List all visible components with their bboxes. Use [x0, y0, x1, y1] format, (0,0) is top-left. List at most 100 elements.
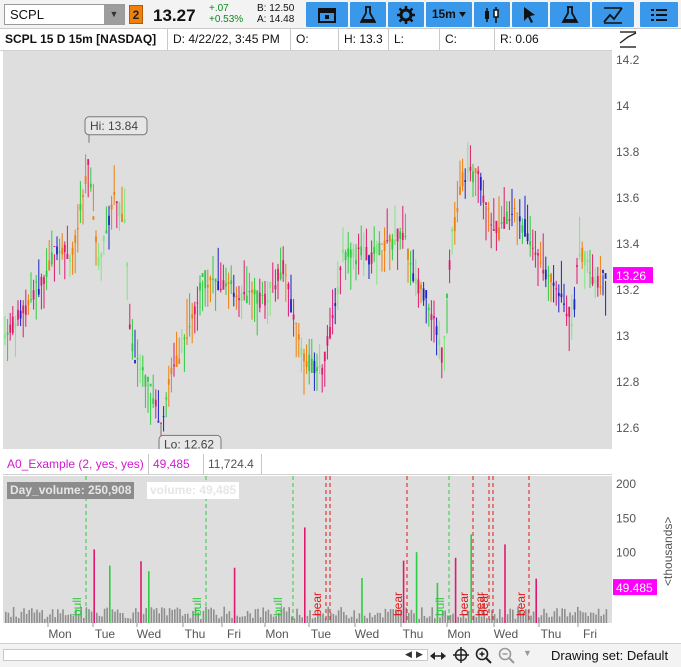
zoom-out-icon[interactable] — [498, 647, 515, 664]
calendar-button[interactable] — [306, 2, 348, 27]
candle-body — [180, 349, 183, 351]
candle-body — [438, 339, 441, 345]
candle-body — [227, 282, 230, 284]
crosshair-icon[interactable] — [453, 647, 469, 663]
lo-bubble: Lo: 12.62 — [164, 437, 214, 449]
candle-body — [279, 272, 282, 280]
volume-bar — [171, 609, 173, 623]
candle-body — [245, 295, 248, 304]
time-axis-label: Thu — [403, 627, 424, 641]
candle-body — [466, 170, 469, 173]
timeframe-button[interactable]: 15m — [426, 2, 472, 27]
pan-arrows-icon[interactable] — [430, 649, 446, 663]
volume-bar — [62, 609, 64, 623]
signal-label: bear — [477, 592, 491, 616]
studies-button[interactable] — [350, 2, 386, 27]
drawing-set-selector[interactable]: Drawing set: Default — [551, 648, 668, 663]
expand-axis-icon[interactable] — [619, 31, 637, 48]
volume-axis[interactable]: 20015010050<thousands>49.485 — [612, 476, 681, 623]
time-axis-label: Fri — [227, 627, 241, 641]
candle-body — [95, 236, 97, 243]
bar-high: H: 13.3 — [339, 29, 389, 50]
symbol-input[interactable] — [7, 6, 105, 23]
study-lab-button[interactable] — [550, 2, 590, 27]
candle-body — [576, 265, 578, 268]
volume-bar — [145, 607, 147, 623]
price-chart[interactable]: Hi: 13.84 Lo: 12.62 — [3, 51, 612, 454]
drawings-button[interactable] — [592, 2, 634, 27]
candle-body — [134, 359, 136, 364]
price-tick-label: 13 — [616, 329, 630, 343]
volume-bar — [387, 611, 389, 623]
settings-button[interactable] — [388, 2, 424, 27]
volume-bar — [90, 611, 93, 623]
candle-body — [136, 358, 139, 360]
volume-bar — [553, 611, 556, 623]
bar-date: D: 4/22/22, 3:45 PM — [168, 29, 291, 50]
volume-axis-labels: 20015010050<thousands>49.485 — [613, 477, 675, 596]
bar-low: L: 13.24 — [389, 29, 440, 67]
volume-bar — [20, 611, 23, 623]
link-group-badge[interactable]: 2 — [129, 5, 143, 24]
candle-body — [9, 324, 12, 333]
volume-study-pane[interactable]: bull bull bull bear bear bull bear bear bear bear… — [3, 476, 612, 623]
volume-bar — [428, 616, 431, 623]
horizontal-scrollbar[interactable] — [3, 649, 428, 661]
volume-bar — [31, 608, 33, 623]
bar-close: C: 13.26 — [440, 29, 495, 67]
candle-body — [266, 299, 269, 303]
candle-body — [404, 236, 407, 238]
volume-bar — [246, 610, 249, 623]
candle-body — [563, 303, 565, 305]
price-chart-pane[interactable]: Hi: 13.84 Lo: 12.62 — [3, 51, 612, 454]
time-axis-label: Fri — [583, 627, 597, 641]
symbol-dropdown-icon[interactable]: ▼ — [104, 5, 124, 24]
study-value-2: 11,724.4 — [204, 454, 262, 475]
candle-body — [313, 360, 316, 373]
candle-body — [191, 314, 194, 319]
candle-body — [469, 167, 472, 171]
chart-info-bar: SCPL 15 D 15m [NASDAQ] D: 4/22/22, 3:45 … — [0, 29, 613, 67]
candle-body — [381, 243, 383, 245]
volume-bar — [122, 612, 124, 623]
study-name[interactable]: A0_Example (2, yes, yes) — [3, 454, 149, 475]
volume-bar — [584, 612, 587, 623]
price-tick-label: 13.6 — [616, 191, 640, 205]
candle-body — [87, 159, 90, 166]
volume-bar — [181, 615, 184, 623]
candle-body — [277, 268, 279, 281]
cursor-button[interactable] — [512, 2, 548, 27]
candle-body — [451, 228, 454, 233]
candle-body — [121, 213, 123, 223]
time-axis[interactable]: Mon Tue Wed Thu Fri Mon Tue Wed Thu Mon Wed Thu Fri — [3, 623, 612, 643]
menu-button[interactable] — [640, 2, 678, 27]
price-tick-label: 12.8 — [616, 375, 640, 389]
volume-bar — [5, 611, 7, 623]
candle-body — [71, 247, 74, 255]
scroll-right-icon[interactable]: ▶ — [416, 649, 423, 660]
symbol-selector[interactable]: ▼ — [4, 4, 125, 25]
candle-body — [477, 170, 480, 174]
volume-bar — [499, 609, 501, 623]
volume-bar — [267, 609, 270, 623]
signal-label: bull — [271, 597, 285, 616]
candle-body — [97, 256, 100, 266]
volume-bar — [33, 612, 36, 623]
price-axis[interactable]: 14.2 14 13.8 13.6 13.4 13.2 13 12.8 12.6 13.26 — [612, 29, 681, 449]
candle-body — [32, 290, 35, 300]
candle-body — [505, 211, 508, 225]
volume-bar — [558, 616, 561, 623]
beaker-icon — [561, 5, 579, 23]
candle-body — [196, 302, 199, 304]
zoom-in-icon[interactable] — [475, 647, 492, 664]
chevron-down-icon[interactable]: ▼ — [523, 648, 532, 658]
bid-ask: B: 12.50 A: 14.48 — [253, 3, 305, 26]
chart-style-button[interactable] — [474, 2, 510, 27]
candle-body — [19, 310, 22, 319]
candle-body — [118, 202, 121, 217]
candle-body — [370, 252, 373, 264]
hi-bubble: Hi: 13.84 — [90, 119, 138, 133]
candle-body — [170, 367, 173, 375]
volume-bar — [545, 612, 548, 623]
scroll-left-icon[interactable]: ◀ — [405, 649, 412, 660]
